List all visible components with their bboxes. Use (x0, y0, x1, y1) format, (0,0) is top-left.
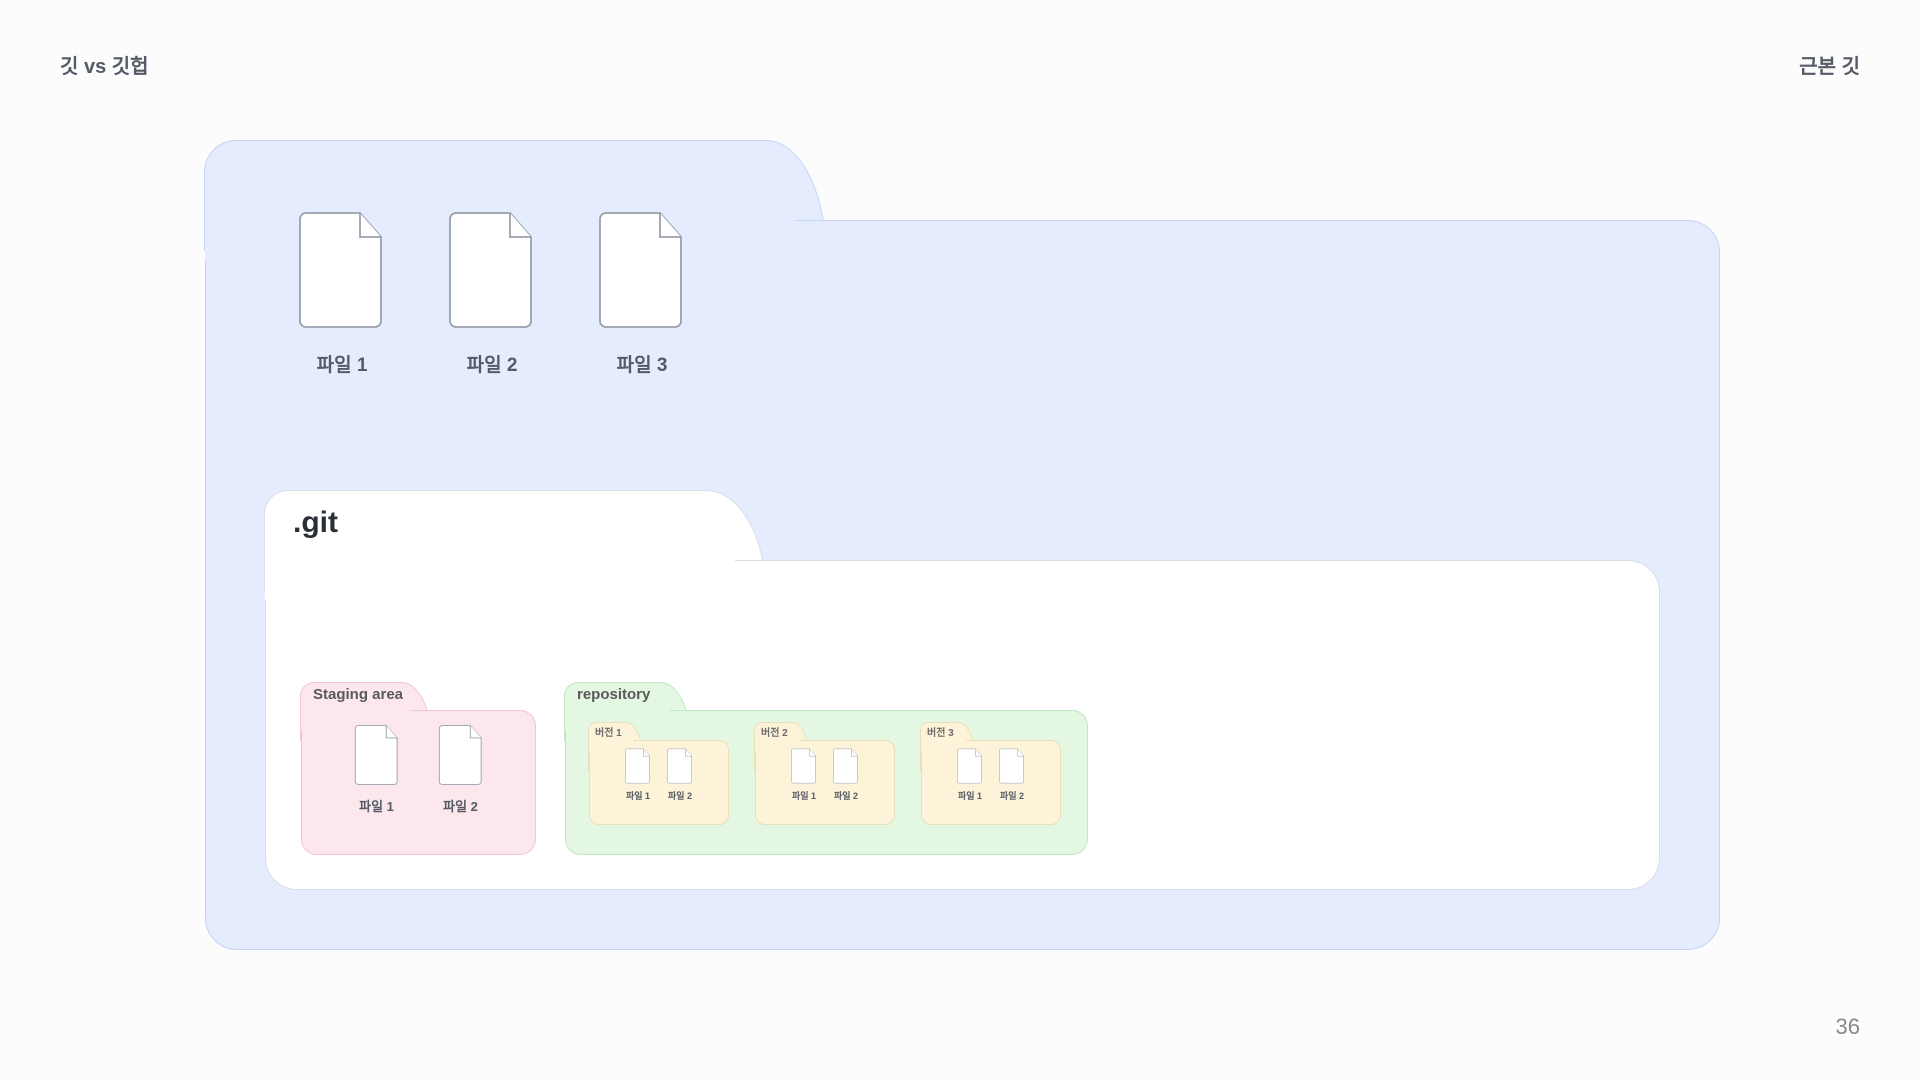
version-folder: 버전 3 파일 1 파일 2 (921, 740, 1061, 825)
file-item: 파일 2 (437, 724, 485, 815)
file-icon (447, 210, 537, 330)
file-label: 파일 1 (792, 789, 816, 802)
file-label: 파일 3 (617, 350, 668, 377)
file-icon (666, 748, 694, 784)
version-folder: 버전 1 파일 1 파일 2 (589, 740, 729, 825)
file-icon (956, 748, 984, 784)
header-right-label: 근본 깃 (1799, 50, 1860, 79)
file-item: 파일 1 (353, 724, 401, 815)
version-files: 파일 1 파일 2 (921, 748, 1061, 802)
file-icon (790, 748, 818, 784)
file-label: 파일 2 (668, 789, 692, 802)
file-item: 파일 1 (956, 748, 984, 802)
file-label: 파일 2 (443, 796, 478, 815)
version-files: 파일 1 파일 2 (589, 748, 729, 802)
file-label: 파일 2 (1000, 789, 1024, 802)
file-icon (297, 210, 387, 330)
file-label: 파일 2 (467, 350, 518, 377)
version-files: 파일 1 파일 2 (755, 748, 895, 802)
version-label: 버전 3 (927, 724, 954, 739)
file-label: 파일 1 (958, 789, 982, 802)
file-label: 파일 2 (834, 789, 858, 802)
file-item: 파일 1 (297, 210, 387, 377)
version-label: 버전 2 (761, 724, 788, 739)
file-icon (597, 210, 687, 330)
working-directory-files: 파일 1 파일 2 파일 3 (297, 210, 687, 377)
version-label: 버전 1 (595, 724, 622, 739)
file-icon (998, 748, 1026, 784)
repository-folder: repository 버전 1 파일 1 (565, 710, 1088, 855)
repository-label: repository (577, 686, 650, 703)
file-item: 파일 2 (666, 748, 694, 802)
staging-area-label: Staging area (313, 686, 403, 703)
file-icon (437, 724, 485, 786)
file-item: 파일 2 (832, 748, 860, 802)
file-icon (353, 724, 401, 786)
git-folder-label: .git (293, 506, 338, 540)
file-item: 파일 1 (790, 748, 818, 802)
file-item: 파일 3 (597, 210, 687, 377)
file-label: 파일 1 (626, 789, 650, 802)
version-folder: 버전 2 파일 1 파일 2 (755, 740, 895, 825)
file-item: 파일 2 (998, 748, 1026, 802)
working-directory-folder: 파일 1 파일 2 파일 3 .git Staging area (205, 220, 1720, 950)
file-item: 파일 2 (447, 210, 537, 377)
header-left-label: 깃 vs 깃헙 (60, 50, 149, 79)
git-folder: .git Staging area 파일 1 (265, 560, 1660, 890)
file-label: 파일 1 (359, 796, 394, 815)
file-icon (832, 748, 860, 784)
page-number: 36 (1836, 1014, 1860, 1040)
file-icon (624, 748, 652, 784)
staging-area-folder: Staging area 파일 1 파일 2 (301, 710, 536, 855)
file-item: 파일 1 (624, 748, 652, 802)
file-label: 파일 1 (317, 350, 368, 377)
staging-files: 파일 1 파일 2 (301, 724, 536, 815)
